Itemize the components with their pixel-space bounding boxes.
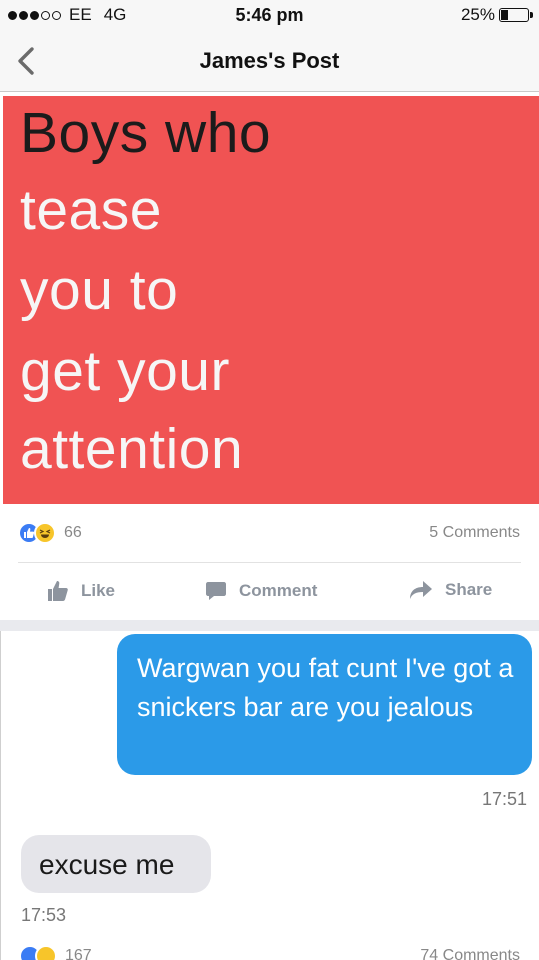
navigation-bar: James's Post: [0, 30, 539, 92]
status-bar: EE 4G 5:46 pm 25%: [0, 0, 539, 30]
comment-label: Comment: [239, 581, 318, 600]
post-card: Boys who tease you to get your attention…: [0, 92, 539, 620]
comment-icon: [206, 582, 226, 600]
image-text-line: attention: [20, 417, 244, 481]
outgoing-message-time: 17:51: [481, 789, 527, 809]
like-button[interactable]: Like: [47, 580, 115, 602]
haha-reaction-icon: [35, 945, 57, 960]
divider: [18, 562, 521, 563]
haha-reaction-icon: [34, 522, 56, 544]
image-text-line: you to: [20, 258, 179, 322]
next-post-screenshot: Wargwan you fat cunt I've got a snickers…: [0, 631, 539, 960]
comments-count-link[interactable]: 5 Comments: [429, 524, 520, 542]
page-title: James's Post: [199, 48, 340, 73]
image-text-line: get your: [20, 339, 230, 403]
incoming-message-time: 17:53: [21, 905, 67, 925]
share-button[interactable]: Share: [409, 580, 492, 600]
reaction-count: 66: [64, 524, 82, 541]
next-post-reaction-summary[interactable]: 167: [19, 945, 92, 960]
comment-button[interactable]: Comment: [205, 580, 317, 602]
image-text-line: Boys who: [20, 101, 272, 165]
incoming-message-bubble: excuse me: [21, 835, 211, 893]
outgoing-message-bubble: Wargwan you fat cunt I've got a snickers…: [117, 634, 532, 775]
like-label: Like: [81, 581, 116, 600]
battery-group: 25%: [460, 5, 533, 25]
battery-percent: 25%: [460, 5, 495, 24]
post-image[interactable]: Boys who tease you to get your attention: [3, 96, 539, 504]
next-post-comments-count[interactable]: 74 Comments: [420, 947, 520, 960]
battery-icon: [499, 8, 533, 22]
next-post-reaction-count: 167: [65, 947, 92, 960]
thumbs-up-icon: [48, 581, 68, 601]
reaction-summary[interactable]: 66: [18, 522, 82, 544]
image-text-line: tease: [20, 178, 162, 242]
clock: 5:46 pm: [235, 5, 304, 25]
share-arrow-icon: [410, 581, 432, 599]
share-label: Share: [445, 580, 493, 599]
